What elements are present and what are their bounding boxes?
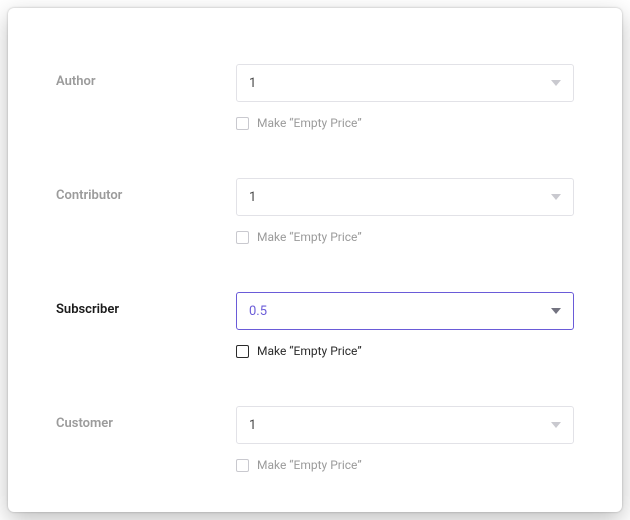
role-controls-customer: 1 Make “Empty Price” [236, 406, 574, 472]
select-value: 0.5 [249, 304, 551, 319]
select-value: 1 [249, 418, 551, 433]
role-controls-contributor: 1 Make “Empty Price” [236, 178, 574, 244]
empty-price-checkbox-author[interactable]: Make “Empty Price” [236, 116, 574, 130]
multiplier-select-customer[interactable]: 1 [236, 406, 574, 444]
empty-price-checkbox-contributor[interactable]: Make “Empty Price” [236, 230, 574, 244]
select-value: 1 [249, 190, 551, 205]
chevron-down-icon [551, 194, 561, 200]
empty-price-checkbox-customer[interactable]: Make “Empty Price” [236, 458, 574, 472]
checkbox-label: Make “Empty Price” [257, 458, 362, 472]
settings-card: Author 1 Make “Empty Price” Contributor … [8, 8, 622, 512]
checkbox-label: Make “Empty Price” [257, 116, 362, 130]
multiplier-select-contributor[interactable]: 1 [236, 178, 574, 216]
role-label-author: Author [56, 64, 236, 89]
select-value: 1 [249, 76, 551, 91]
chevron-down-icon [551, 80, 561, 86]
multiplier-select-subscriber[interactable]: 0.5 [236, 292, 574, 330]
multiplier-select-author[interactable]: 1 [236, 64, 574, 102]
empty-price-checkbox-subscriber[interactable]: Make “Empty Price” [236, 344, 574, 358]
role-row-author: Author 1 Make “Empty Price” [56, 64, 574, 130]
checkbox-label: Make “Empty Price” [257, 230, 362, 244]
chevron-down-icon [551, 308, 561, 314]
role-row-customer: Customer 1 Make “Empty Price” [56, 406, 574, 472]
role-label-contributor: Contributor [56, 178, 236, 203]
checkbox-label: Make “Empty Price” [257, 344, 362, 358]
chevron-down-icon [551, 422, 561, 428]
role-label-customer: Customer [56, 406, 236, 431]
role-row-subscriber: Subscriber 0.5 Make “Empty Price” [56, 292, 574, 358]
checkbox-icon [236, 117, 249, 130]
role-controls-author: 1 Make “Empty Price” [236, 64, 574, 130]
role-row-contributor: Contributor 1 Make “Empty Price” [56, 178, 574, 244]
role-controls-subscriber: 0.5 Make “Empty Price” [236, 292, 574, 358]
checkbox-icon [236, 231, 249, 244]
checkbox-icon [236, 345, 249, 358]
role-label-subscriber: Subscriber [56, 292, 236, 317]
checkbox-icon [236, 459, 249, 472]
